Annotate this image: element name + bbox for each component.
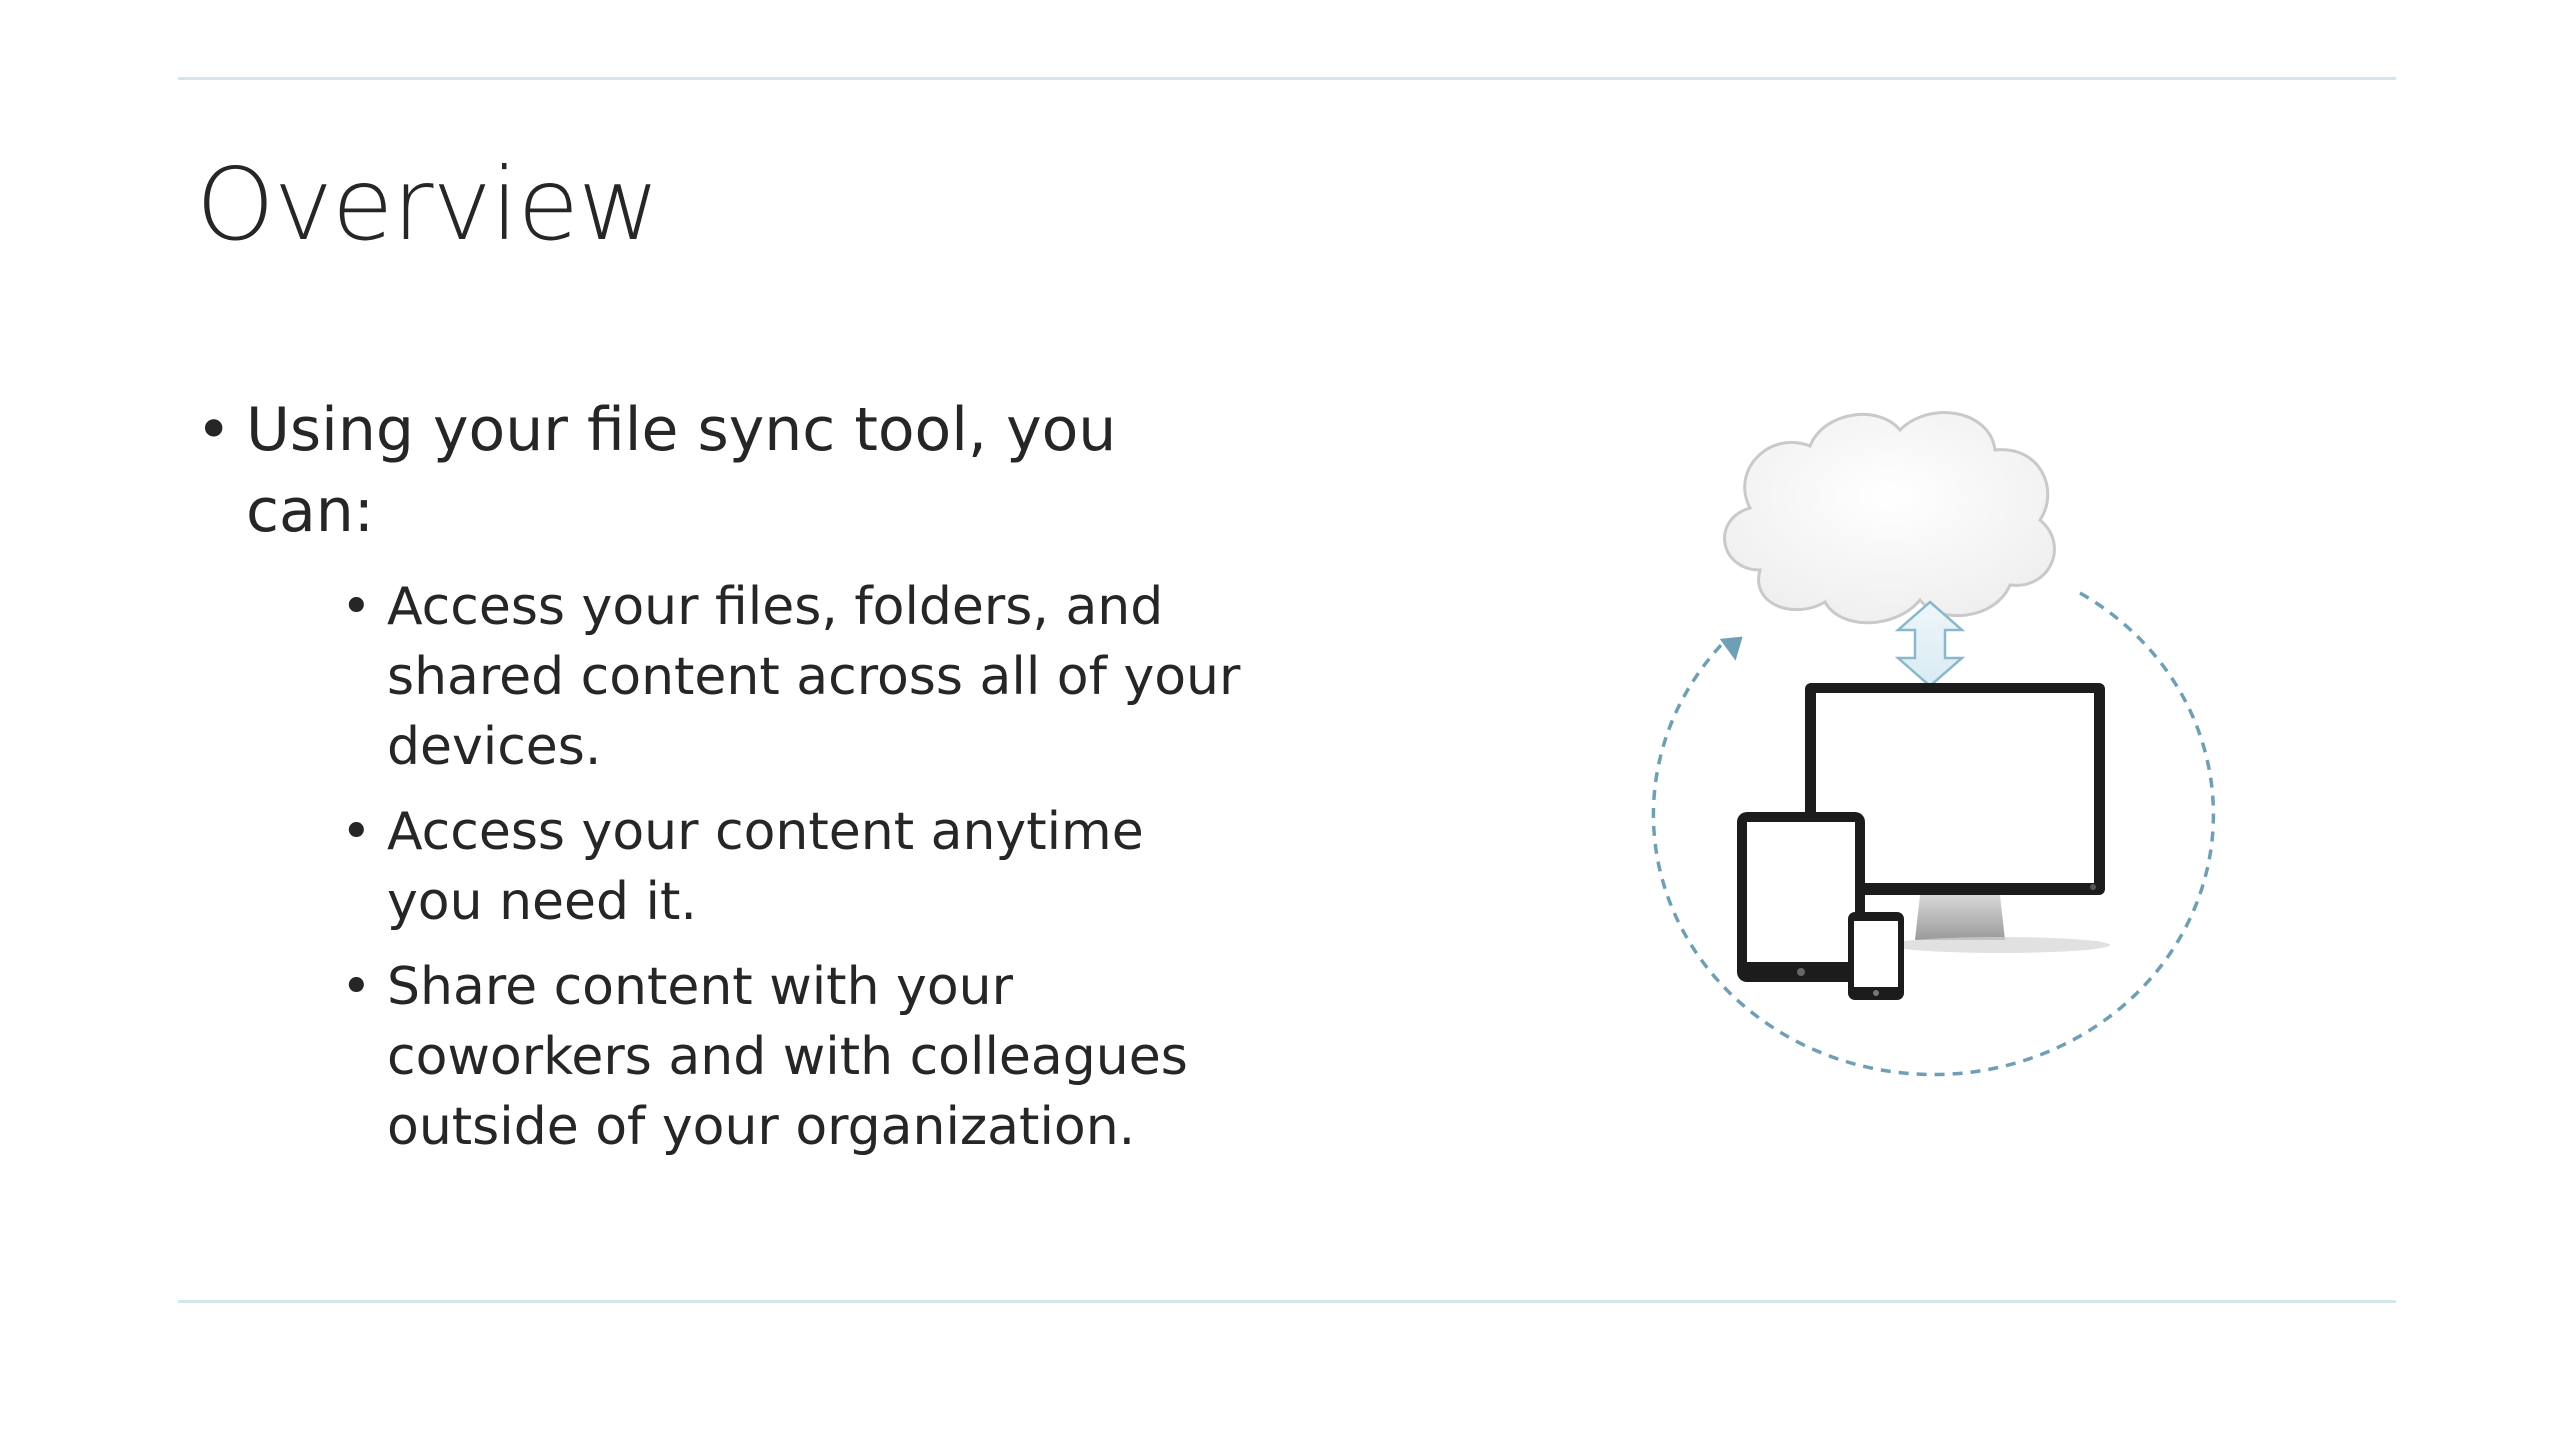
sub-bullet: • Share content with your coworkers and … xyxy=(341,952,1246,1162)
bottom-divider xyxy=(178,1300,2396,1303)
bullet-marker: • xyxy=(341,577,372,637)
sub-bullet-text: Share content with your coworkers and wi… xyxy=(387,957,1188,1157)
sub-bullet-list: • Access your files, folders, and shared… xyxy=(196,572,1246,1162)
main-bullet-text: Using your file sync tool, you can: xyxy=(246,395,1117,546)
top-divider xyxy=(178,77,2396,80)
cloud-icon xyxy=(1723,411,2056,625)
bullet-marker: • xyxy=(341,957,372,1017)
sub-bullet: • Access your content anytime you need i… xyxy=(341,797,1246,937)
main-bullet: • Using your file sync tool, you can: xyxy=(196,390,1246,552)
sub-bullet-text: Access your content anytime you need it. xyxy=(387,802,1144,932)
phone-icon xyxy=(1848,912,1904,1000)
bullet-marker: • xyxy=(341,802,372,862)
sub-bullet: • Access your files, folders, and shared… xyxy=(341,572,1246,782)
tablet-icon xyxy=(1737,812,1865,982)
bullet-marker: • xyxy=(196,395,232,465)
sub-bullet-text: Access your files, folders, and shared c… xyxy=(387,577,1241,777)
slide-content: • Using your file sync tool, you can: • … xyxy=(196,390,1246,1177)
slide-title: Overview xyxy=(196,146,660,263)
sync-illustration xyxy=(1600,380,2240,1120)
